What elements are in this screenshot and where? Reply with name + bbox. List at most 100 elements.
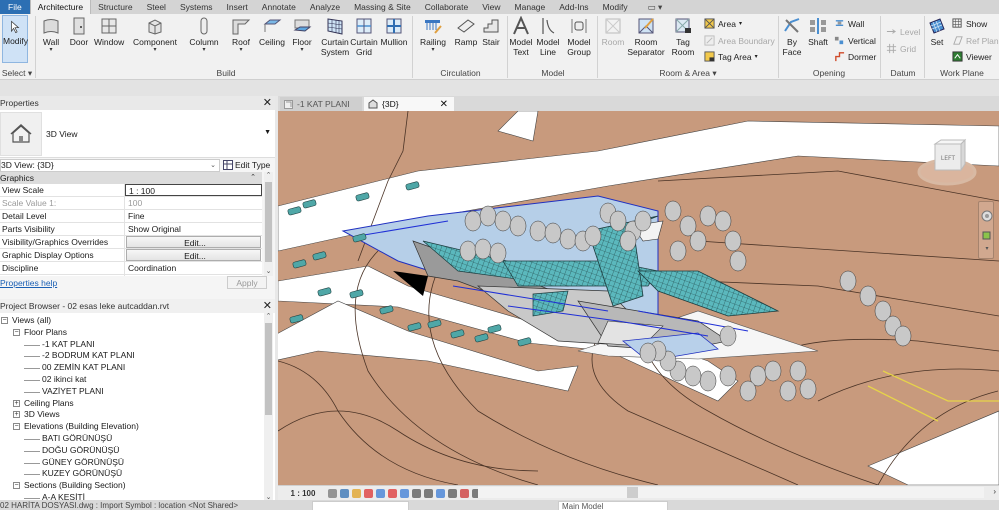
- collapse-icon[interactable]: ⌃: [250, 172, 256, 184]
- column-button[interactable]: Column ▾: [188, 16, 220, 53]
- window-button[interactable]: Window: [94, 16, 124, 47]
- horizontal-scrollbar[interactable]: ›: [478, 487, 996, 498]
- instance-selector[interactable]: 3D View: {3D} ⌄: [0, 158, 220, 172]
- viewer-button[interactable]: Viewer: [952, 51, 992, 62]
- tab-3d[interactable]: {3D} ✕: [364, 97, 454, 111]
- model-group-button[interactable]: Model Group: [565, 16, 593, 57]
- properties-scrollbar[interactable]: ⌃ ⌄: [264, 172, 273, 276]
- close-properties-icon[interactable]: ✕: [263, 96, 272, 110]
- show-work-plane-button[interactable]: Show: [952, 18, 987, 29]
- level-button[interactable]: Level: [886, 26, 920, 37]
- tab-structure[interactable]: Structure: [91, 0, 140, 14]
- tab-insert[interactable]: Insert: [220, 0, 255, 14]
- shaft-button[interactable]: Shaft: [806, 16, 830, 47]
- reveal-hidden-icon[interactable]: [436, 488, 445, 498]
- temporary-hide-icon[interactable]: [424, 488, 433, 498]
- 3d-view-canvas[interactable]: LEFT ▾: [278, 111, 999, 485]
- tree-view-item[interactable]: DOĞU GÖRÜNÜŞÜ: [42, 445, 119, 456]
- tab-systems[interactable]: Systems: [173, 0, 220, 14]
- model-line-button[interactable]: Model Line: [536, 16, 560, 57]
- tree-view-item[interactable]: BATI GÖRÜNÜŞÜ: [42, 433, 112, 444]
- collapse-icon[interactable]: −: [13, 328, 20, 336]
- collapse-icon[interactable]: −: [1, 317, 8, 324]
- tree-3d-views[interactable]: 3D Views: [24, 409, 60, 420]
- curtain-grid-button[interactable]: Curtain Grid: [350, 16, 378, 57]
- ref-plane-button[interactable]: Ref Plane: [952, 35, 999, 46]
- tree-sections[interactable]: Sections (Building Section): [24, 480, 126, 491]
- ramp-button[interactable]: Ramp: [454, 16, 478, 47]
- room-area-group-label[interactable]: Room & Area ▾: [598, 68, 778, 79]
- view-scale-button[interactable]: 1 : 100: [278, 489, 328, 498]
- tree-view-item[interactable]: VAZİYET PLANI: [42, 386, 104, 397]
- contextual-tab-toggle[interactable]: ▭ ▾: [641, 0, 670, 14]
- door-button[interactable]: Door: [68, 16, 90, 47]
- properties-help-link[interactable]: Properties help: [0, 278, 57, 288]
- component-button[interactable]: Component ▾: [133, 16, 177, 53]
- expand-icon[interactable]: +: [13, 411, 20, 419]
- type-selector[interactable]: 3D View ▼: [0, 110, 275, 158]
- room-button[interactable]: Room: [600, 16, 626, 47]
- tree-ceiling-plans[interactable]: Ceiling Plans: [24, 398, 74, 409]
- roof-button[interactable]: Roof ▾: [230, 16, 252, 53]
- stair-button[interactable]: Stair: [480, 16, 502, 47]
- browser-scrollbar[interactable]: ⌃ ⌄: [264, 313, 273, 502]
- tab-file[interactable]: File: [0, 0, 30, 14]
- edit-type-button[interactable]: Edit Type: [223, 160, 270, 170]
- area-button[interactable]: Area ▾: [704, 18, 742, 29]
- select-group-label[interactable]: Select ▾: [0, 68, 34, 79]
- property-value[interactable]: Show Original: [125, 223, 262, 235]
- unlock-3d-icon[interactable]: [412, 488, 421, 498]
- tree-view-item[interactable]: -2 BODRUM KAT PLANI: [42, 350, 135, 361]
- wall-button[interactable]: Wall ▾: [39, 16, 63, 53]
- vertical-opening-button[interactable]: Vertical: [834, 35, 876, 46]
- ceiling-button[interactable]: Ceiling: [259, 16, 285, 47]
- dormer-button[interactable]: Dormer: [834, 51, 876, 62]
- tree-floor-plans[interactable]: Floor Plans: [24, 327, 67, 338]
- mullion-button[interactable]: Mullion: [380, 16, 408, 47]
- modify-button[interactable]: Modify: [2, 15, 28, 63]
- property-value[interactable]: 1 : 100: [125, 184, 262, 196]
- tree-views-all[interactable]: Views (all): [12, 315, 51, 326]
- tab-collaborate[interactable]: Collaborate: [418, 0, 475, 14]
- tab-manage[interactable]: Manage: [508, 0, 553, 14]
- property-value[interactable]: Coordination: [125, 262, 262, 274]
- close-tab-icon[interactable]: ✕: [440, 98, 448, 111]
- tag-room-button[interactable]: Tag Room: [670, 16, 696, 57]
- property-value[interactable]: Fine: [125, 210, 262, 222]
- tree-elevations[interactable]: Elevations (Building Elevation): [24, 421, 139, 432]
- viewcube[interactable]: LEFT: [917, 138, 977, 190]
- workset-selector[interactable]: [312, 501, 409, 510]
- railing-button[interactable]: Railing ▾: [419, 16, 447, 53]
- collapse-icon[interactable]: −: [13, 482, 20, 490]
- edit-button[interactable]: Edit...: [126, 236, 261, 248]
- grid-button[interactable]: Grid: [886, 43, 916, 54]
- tree-view-item[interactable]: 02 ikinci kat: [42, 374, 86, 385]
- close-browser-icon[interactable]: ✕: [263, 299, 272, 313]
- worksharing-icon[interactable]: [448, 488, 457, 498]
- tab-analyze[interactable]: Analyze: [303, 0, 347, 14]
- room-separator-button[interactable]: Room Separator: [627, 16, 665, 57]
- set-work-plane-button[interactable]: Set: [927, 16, 947, 47]
- apply-button[interactable]: Apply: [227, 276, 267, 289]
- shadows-icon[interactable]: [364, 488, 373, 498]
- analytical-model-icon[interactable]: [460, 488, 469, 498]
- tree-view-item[interactable]: GÜNEY GÖRÜNÜŞÜ: [42, 457, 124, 468]
- detail-level-icon[interactable]: [328, 488, 337, 498]
- graphics-section-header[interactable]: Graphics ⌃: [0, 172, 262, 184]
- tab-modify[interactable]: Modify: [596, 0, 635, 14]
- sun-path-icon[interactable]: [352, 488, 361, 498]
- tag-area-button[interactable]: Tag Area ▾: [704, 51, 758, 62]
- tree-view-item[interactable]: -1 KAT PLANI: [42, 339, 95, 350]
- floor-button[interactable]: Floor ▾: [290, 16, 314, 53]
- tree-view-item[interactable]: 00 ZEMİN KAT PLANI: [42, 362, 125, 373]
- curtain-system-button[interactable]: Curtain System: [320, 16, 350, 57]
- tab-annotate[interactable]: Annotate: [255, 0, 303, 14]
- main-model-selector[interactable]: Main Model: [558, 501, 668, 510]
- tab-architecture[interactable]: Architecture: [29, 0, 92, 14]
- tab-add-ins[interactable]: Add-Ins: [552, 0, 595, 14]
- render-icon[interactable]: [376, 488, 385, 498]
- navigation-bar[interactable]: ▾: [978, 201, 994, 259]
- show-crop-icon[interactable]: [400, 488, 409, 498]
- expand-icon[interactable]: +: [13, 399, 20, 407]
- model-text-button[interactable]: Model Text: [509, 16, 533, 57]
